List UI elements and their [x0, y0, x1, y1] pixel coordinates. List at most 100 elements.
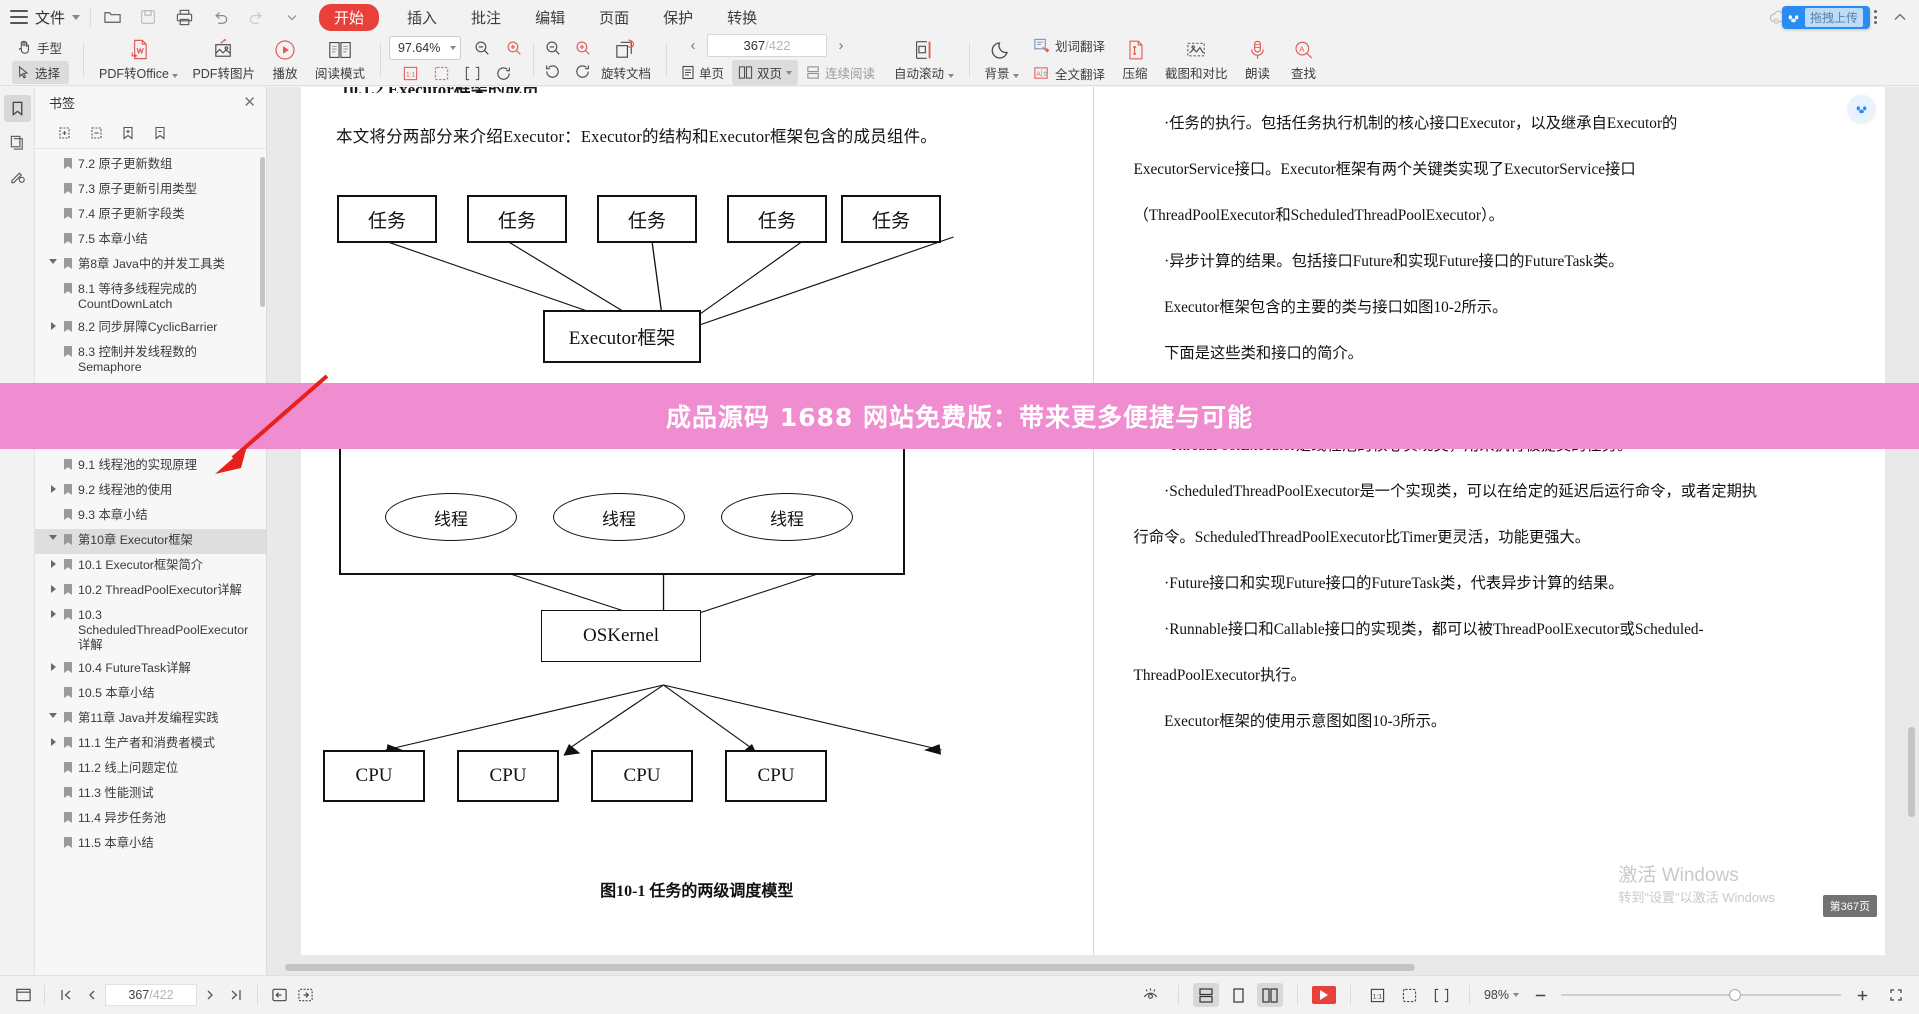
double-page-mode-button[interactable]: 双页 [732, 60, 799, 85]
bookmark-twisty[interactable] [47, 508, 59, 510]
auto-scroll-button[interactable]: 自动滚动 [887, 36, 961, 84]
rail-thumbnails-button[interactable] [4, 129, 31, 156]
twisty-right-icon[interactable] [50, 738, 56, 746]
word-translate-button[interactable]: 划词翻译 [1026, 34, 1112, 58]
page-number-input[interactable]: 367/422 [706, 34, 827, 57]
zoom-out-small-button[interactable] [542, 38, 564, 58]
bookmark-item[interactable]: 10.5 本章小结 [35, 682, 266, 707]
collapse-all-icon[interactable] [87, 124, 105, 142]
zoom-out-button[interactable] [471, 38, 493, 58]
open-folder-icon[interactable] [101, 6, 123, 28]
go-forward-button[interactable] [292, 983, 318, 1007]
print-icon[interactable] [173, 6, 195, 28]
bookmark-item[interactable]: 9.3 本章小结 [35, 504, 266, 529]
bookmark-twisty[interactable] [47, 182, 59, 184]
fit-width-button[interactable] [461, 63, 483, 83]
bookmark-twisty[interactable] [47, 836, 59, 838]
bookmark-list[interactable]: 7.2 原子更新数组 7.3 原子更新引用类型 7.4 原子更新字段类 7.5 本章小… [35, 149, 266, 975]
bookmark-twisty[interactable] [47, 761, 59, 763]
bookmark-twisty[interactable] [47, 157, 59, 159]
bookmark-item[interactable]: 11.1 生产者和消费者模式 [35, 732, 266, 757]
remove-bookmark-icon[interactable] [151, 124, 169, 142]
collapse-ribbon-icon[interactable] [1889, 6, 1911, 28]
actual-size-button[interactable]: 1:1 [399, 63, 421, 83]
bookmark-twisty[interactable] [47, 711, 59, 718]
single-page-mode-button[interactable]: 单页 [675, 60, 730, 85]
double-view-button[interactable] [1256, 983, 1283, 1007]
eye-protection-button[interactable] [1138, 983, 1164, 1007]
scrollbar-thumb[interactable] [1908, 727, 1915, 817]
bookmark-twisty[interactable] [47, 232, 59, 234]
expand-all-icon[interactable] [55, 124, 73, 142]
bookmark-item[interactable]: 11.2 线上问题定位 [35, 757, 266, 782]
bookmark-twisty[interactable] [47, 661, 59, 671]
tab-edit[interactable]: 编辑 [529, 4, 571, 31]
fullscreen-button[interactable] [1883, 983, 1909, 1007]
screenshot-compare-button[interactable]: 截图和对比 [1158, 36, 1235, 84]
twisty-down-icon[interactable] [49, 259, 57, 264]
bookmark-item[interactable]: 7.2 原子更新数组 [35, 153, 266, 178]
bookmark-twisty[interactable] [47, 686, 59, 688]
bookmark-twisty[interactable] [47, 345, 59, 347]
pdf-to-image-button[interactable]: PDF转图片 [185, 36, 262, 84]
bookmark-twisty[interactable] [47, 608, 59, 618]
go-back-button[interactable] [266, 983, 292, 1007]
bookmark-scrollbar-thumb[interactable] [260, 157, 265, 307]
add-bookmark-icon[interactable] [119, 124, 137, 142]
first-page-button[interactable] [53, 983, 79, 1007]
twisty-right-icon[interactable] [50, 585, 56, 593]
rail-bookmarks-button[interactable] [3, 95, 31, 122]
bookmark-item[interactable]: 7.4 原子更新字段类 [35, 203, 266, 228]
bookmark-item[interactable]: 9.2 线程池的使用 [35, 479, 266, 504]
tab-protect[interactable]: 保护 [657, 4, 699, 31]
pdf-to-office-button[interactable]: PDF转Office [92, 36, 185, 84]
play-button[interactable]: 播放 [262, 36, 308, 84]
zoom-in-small-button[interactable] [572, 38, 594, 58]
drag-upload-badge[interactable]: 拖拽上传 [1782, 6, 1871, 29]
file-menu-button[interactable]: 文件 [35, 7, 81, 28]
bookmark-twisty[interactable] [47, 811, 59, 813]
undo-icon[interactable] [209, 6, 231, 28]
bookmark-twisty[interactable] [47, 786, 59, 788]
bookmark-item[interactable]: 8.2 同步屏障CyclicBarrier [35, 316, 266, 341]
more-commands-chevron-icon[interactable] [281, 6, 303, 28]
bookmark-item[interactable]: 7.5 本章小结 [35, 228, 266, 253]
tab-page[interactable]: 页面 [593, 4, 635, 31]
bookmark-item[interactable]: 10.4 FutureTask详解 [35, 657, 266, 682]
bookmark-item[interactable]: 11.4 异步任务池 [35, 807, 266, 832]
compress-button[interactable]: 压缩 [1112, 36, 1158, 84]
bookmark-twisty[interactable] [47, 533, 59, 540]
bookmark-twisty[interactable] [47, 583, 59, 593]
bookmark-item[interactable]: 10.1 Executor框架简介 [35, 554, 266, 579]
document-horizontal-scrollbar[interactable] [267, 962, 1901, 973]
status-page-input[interactable]: 367/422 [105, 984, 197, 1006]
bookmark-item[interactable]: 10.2 ThreadPoolExecutor详解 [35, 579, 266, 604]
continuous-read-mode-button[interactable]: 连续阅读 [800, 60, 881, 85]
zoom-slider-track[interactable] [1561, 989, 1841, 1001]
rail-annotations-button[interactable] [4, 163, 31, 190]
hamburger-menu-icon[interactable] [10, 10, 28, 24]
continuous-view-button[interactable] [1192, 983, 1219, 1007]
zoom-slider-knob[interactable] [1729, 989, 1741, 1001]
bookmark-item[interactable]: 7.3 原子更新引用类型 [35, 178, 266, 203]
bookmark-item[interactable]: 11.3 性能测试 [35, 782, 266, 807]
find-button[interactable]: A 查找 [1281, 36, 1327, 84]
tab-convert[interactable]: 转换 [721, 4, 763, 31]
twisty-right-icon[interactable] [50, 322, 56, 330]
twisty-right-icon[interactable] [50, 663, 56, 671]
zoom-in-button[interactable] [503, 38, 525, 58]
actual-size-status-button[interactable]: 1:1 [1365, 983, 1391, 1007]
previous-page-button[interactable]: ‹ [683, 35, 703, 57]
zoom-level-select[interactable]: 97.64% [388, 36, 461, 60]
bookmark-twisty[interactable] [47, 736, 59, 746]
bookmark-twisty[interactable] [47, 458, 59, 460]
bookmark-item[interactable]: 8.1 等待多线程完成的CountDownLatch [35, 278, 266, 316]
bookmark-item[interactable]: 第8章 Java中的并发工具类 [35, 253, 266, 278]
close-panel-icon[interactable]: ✕ [243, 95, 256, 110]
previous-page-button[interactable] [79, 983, 105, 1007]
bookmark-twisty[interactable] [47, 558, 59, 568]
bookmark-item[interactable]: 11.5 本章小结 [35, 832, 266, 857]
last-page-button[interactable] [223, 983, 249, 1007]
next-page-button[interactable]: › [831, 35, 851, 57]
bookmark-twisty[interactable] [47, 483, 59, 493]
